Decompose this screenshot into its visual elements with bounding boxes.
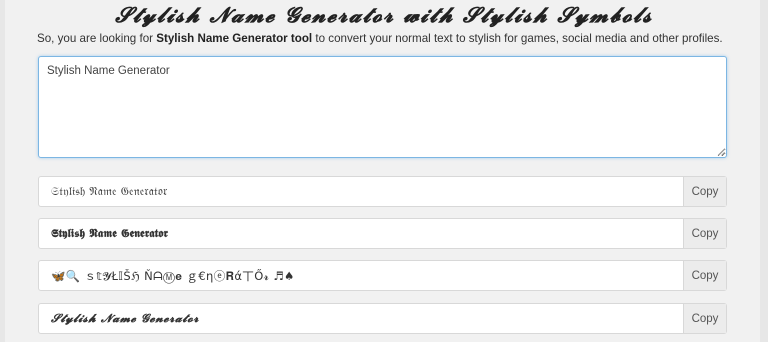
copy-button[interactable]: Copy (683, 177, 726, 206)
intro-prefix: So, you are looking for (37, 32, 157, 45)
copy-button[interactable]: Copy (683, 261, 726, 290)
result-row: 𝓢𝓽𝔂𝓵𝓲𝓼𝓱 𝓝𝓪𝓶𝓮 𝓖𝓮𝓷𝓮𝓻𝓪𝓽𝓸𝓻 Copy (38, 303, 727, 334)
result-text[interactable]: 𝓢𝓽𝔂𝓵𝓲𝓼𝓱 𝓝𝓪𝓶𝓮 𝓖𝓮𝓷𝓮𝓻𝓪𝓽𝓸𝓻 (39, 304, 683, 333)
result-text[interactable]: 𝕾𝖙𝖞𝖑𝖎𝖘𝖍 𝕹𝖆𝖒𝖊 𝕲𝖊𝖓𝖊𝖗𝖆𝖙𝖔𝖗 (39, 219, 683, 248)
copy-button[interactable]: Copy (683, 304, 726, 333)
copy-button[interactable]: Copy (683, 219, 726, 248)
intro-bold: Stylish Name Generator tool (156, 32, 313, 45)
page-title: 𝓢𝓽𝔂𝓵𝓲𝓼𝓱 𝓝𝓪𝓶𝓮 𝓖𝓮𝓷𝓮𝓻𝓪𝓽𝓸𝓻 𝔀𝓲𝓽𝓱 𝓢𝓽𝔂𝓵𝓲𝓼𝓱 𝓢𝔂𝓶𝓫… (115, 2, 653, 27)
left-margin-strip (0, 0, 5, 342)
intro-text: So, you are looking for Stylish Name Gen… (37, 31, 737, 47)
name-input-textarea[interactable] (38, 56, 727, 158)
result-row: 𝔖𝔱𝔶𝔩𝔦𝔰𝔥 𝔑𝔞𝔪𝔢 𝔊𝔢𝔫𝔢𝔯𝔞𝔱𝔬𝔯 Copy (38, 176, 727, 207)
result-text[interactable]: 𝔖𝔱𝔶𝔩𝔦𝔰𝔥 𝔑𝔞𝔪𝔢 𝔊𝔢𝔫𝔢𝔯𝔞𝔱𝔬𝔯 (39, 177, 683, 206)
intro-suffix: to convert your normal text to stylish f… (312, 32, 723, 45)
page: 𝓢𝓽𝔂𝓵𝓲𝓼𝓱 𝓝𝓪𝓶𝓮 𝓖𝓮𝓷𝓮𝓻𝓪𝓽𝓸𝓻 𝔀𝓲𝓽𝓱 𝓢𝓽𝔂𝓵𝓲𝓼𝓱 𝓢𝔂𝓶𝓫… (0, 0, 768, 342)
result-text[interactable]: 🦋🔍 ｓ𝕥𝓨Ł𝕀Šℌ ŇᗩⓂ𝐞 ｇ€ηⓔ𝐑ά丅Ő𝓻 ♬♠ (39, 261, 683, 290)
result-row: 🦋🔍 ｓ𝕥𝓨Ł𝕀Šℌ ŇᗩⓂ𝐞 ｇ€ηⓔ𝐑ά丅Ő𝓻 ♬♠ Copy (38, 260, 727, 291)
right-margin-strip (760, 0, 768, 342)
result-row: 𝕾𝖙𝖞𝖑𝖎𝖘𝖍 𝕹𝖆𝖒𝖊 𝕲𝖊𝖓𝖊𝖗𝖆𝖙𝖔𝖗 Copy (38, 218, 727, 249)
